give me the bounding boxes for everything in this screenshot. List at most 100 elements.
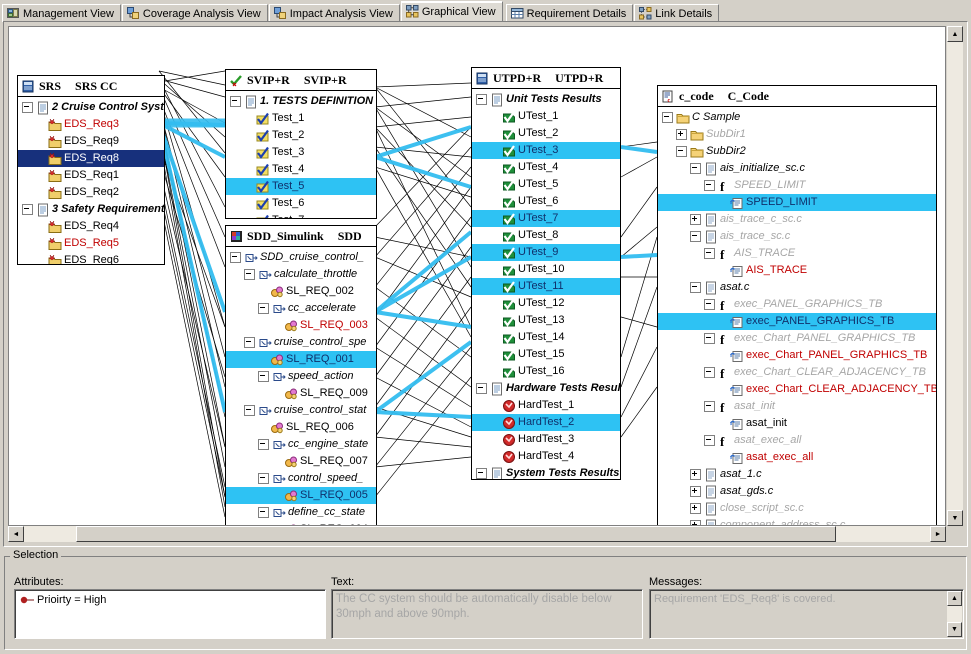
tree-row[interactable]: 2 Cruise Control Syste (18, 99, 164, 116)
tree-row[interactable]: ais_trace_sc.c (658, 228, 936, 245)
tree-row[interactable]: exec_Chart_CLEAR_ADJACENCY_TB (658, 381, 936, 398)
tree-row[interactable]: SL_REQ_009 (226, 385, 376, 402)
panel-ccode[interactable]: c c_code C_Code C SampleSubDir1SubDir2ai… (657, 85, 937, 526)
tree-row[interactable]: close_script_sc.c (658, 500, 936, 517)
collapse-minus-icon[interactable] (704, 333, 715, 344)
tree-row[interactable]: HardTest_4 (472, 448, 620, 465)
tree-row[interactable]: ais_initialize_sc.c (658, 160, 936, 177)
tree-row[interactable]: HardTest_1 (472, 397, 620, 414)
panel-srs[interactable]: SRS SRS CC 2 Cruise Control SysteEDS_Req… (17, 75, 165, 265)
collapse-minus-icon[interactable] (476, 468, 487, 479)
tree-row[interactable]: UTest_12 (472, 295, 620, 312)
tab-impact-analysis-view[interactable]: Impact Analysis View (269, 4, 400, 22)
tree-row[interactable]: UTest_14 (472, 329, 620, 346)
tree-row[interactable]: asat_1.c (658, 466, 936, 483)
scroll-left-button[interactable]: ◄ (8, 526, 24, 542)
tab-management-view[interactable]: Management View (2, 4, 121, 22)
collapse-minus-icon[interactable] (704, 367, 715, 378)
tree-row[interactable]: EDS_Req8 (18, 150, 164, 167)
collapse-minus-icon[interactable] (258, 303, 269, 314)
tree-row[interactable]: UTest_15 (472, 346, 620, 363)
tree-row[interactable]: HardTest_3 (472, 431, 620, 448)
messages-scroll-down-button[interactable]: ▼ (947, 622, 962, 637)
collapse-minus-icon[interactable] (704, 180, 715, 191)
tree-row[interactable]: SL_REQ_007 (226, 453, 376, 470)
tree-row[interactable]: cc_accelerate (226, 300, 376, 317)
tree-row[interactable]: SubDir1 (658, 126, 936, 143)
tree-row[interactable]: asat.c (658, 279, 936, 296)
tree-row[interactable]: fSPEED_LIMIT (658, 177, 936, 194)
tree-row[interactable]: EDS_Req2 (18, 184, 164, 201)
collapse-minus-icon[interactable] (662, 112, 673, 123)
tree-row[interactable]: System Tests Results (472, 465, 620, 480)
panel-utpd-tree[interactable]: Unit Tests ResultsUTest_1UTest_2UTest_3U… (472, 89, 620, 480)
tab-requirement-details[interactable]: Requirement Details (506, 4, 634, 22)
tree-row[interactable]: speed_action (226, 368, 376, 385)
collapse-minus-icon[interactable] (704, 248, 715, 259)
panel-svip[interactable]: SVIP+R SVIP+R 1. TESTS DEFINITIONTest_1T… (225, 69, 377, 219)
tree-row[interactable]: control_speed_ (226, 470, 376, 487)
collapse-minus-icon[interactable] (230, 96, 241, 107)
tree-row[interactable]: EDS_Req5 (18, 235, 164, 252)
tree-row[interactable]: UTest_1 (472, 108, 620, 125)
tab-coverage-analysis-view[interactable]: Coverage Analysis View (122, 4, 268, 22)
tree-row[interactable]: HardTest_2 (472, 414, 620, 431)
collapse-minus-icon[interactable] (230, 252, 241, 263)
tree-row[interactable]: exec_PANEL_GRAPHICS_TB (658, 313, 936, 330)
tree-row[interactable]: Hardware Tests Resul (472, 380, 620, 397)
canvas-vertical-scrollbar[interactable]: ▲ ▼ (947, 26, 963, 526)
panel-ccode-tree[interactable]: C SampleSubDir1SubDir2ais_initialize_sc.… (658, 107, 936, 526)
collapse-minus-icon[interactable] (676, 146, 687, 157)
panel-sdd-tree[interactable]: SDD_cruise_control_calculate_throttle SL_… (226, 247, 376, 526)
tree-row[interactable]: 1. TESTS DEFINITION (226, 93, 376, 110)
messages-box[interactable]: Requirement 'EDS_Req8' is covered. ▲ ▼ (649, 589, 964, 639)
tree-row[interactable]: calculate_throttle (226, 266, 376, 283)
collapse-minus-icon[interactable] (690, 231, 701, 242)
tree-row[interactable]: cruise_control_spe (226, 334, 376, 351)
tree-row[interactable]: UTest_7 (472, 210, 620, 227)
tree-row[interactable]: fexec_PANEL_GRAPHICS_TB (658, 296, 936, 313)
tree-row[interactable]: fAIS_TRACE (658, 245, 936, 262)
tree-row[interactable]: SL_REQ_006 (226, 419, 376, 436)
collapse-minus-icon[interactable] (476, 383, 487, 394)
tree-row[interactable]: UTest_16 (472, 363, 620, 380)
tree-row[interactable]: EDS_Req4 (18, 218, 164, 235)
tree-row[interactable]: Test_1 (226, 110, 376, 127)
tree-row[interactable]: EDS_Req1 (18, 167, 164, 184)
panel-utpd[interactable]: UTPD+R UTPD+R Unit Tests ResultsUTest_1U… (471, 67, 621, 480)
tree-row[interactable]: fexec_Chart_CLEAR_ADJACENCY_TB (658, 364, 936, 381)
tab-graphical-view[interactable]: Graphical View (401, 1, 503, 21)
hscroll-thumb[interactable] (76, 526, 836, 542)
hscroll-track[interactable] (24, 526, 930, 542)
tree-row[interactable]: Test_5 (226, 178, 376, 195)
expand-plus-icon[interactable] (690, 469, 701, 480)
tree-row[interactable]: Test_2 (226, 127, 376, 144)
tab-link-details[interactable]: Link Details (634, 4, 719, 22)
canvas-horizontal-scrollbar[interactable]: ◄ ► (8, 526, 946, 542)
tree-row[interactable]: UTest_13 (472, 312, 620, 329)
collapse-minus-icon[interactable] (22, 204, 33, 215)
tree-row[interactable]: UTest_2 (472, 125, 620, 142)
scroll-down-button[interactable]: ▼ (947, 510, 963, 526)
panel-srs-tree[interactable]: 2 Cruise Control SysteEDS_Req3EDS_Req9ED… (18, 97, 164, 265)
collapse-minus-icon[interactable] (258, 507, 269, 518)
tree-row[interactable]: fasat_exec_all (658, 432, 936, 449)
tree-row[interactable]: Unit Tests Results (472, 91, 620, 108)
tree-row[interactable]: SDD_cruise_control_ (226, 249, 376, 266)
tree-row[interactable]: cc_engine_state (226, 436, 376, 453)
tree-row[interactable]: UTest_6 (472, 193, 620, 210)
expand-plus-icon[interactable] (690, 214, 701, 225)
tree-row[interactable]: UTest_9 (472, 244, 620, 261)
tree-row[interactable]: C Sample (658, 109, 936, 126)
tree-row[interactable]: cruise_control_stat (226, 402, 376, 419)
collapse-minus-icon[interactable] (704, 299, 715, 310)
collapse-minus-icon[interactable] (258, 439, 269, 450)
collapse-minus-icon[interactable] (244, 269, 255, 280)
tree-row[interactable]: asat_gds.c (658, 483, 936, 500)
expand-plus-icon[interactable] (690, 486, 701, 497)
tree-row[interactable]: Test_4 (226, 161, 376, 178)
tree-row[interactable]: UTest_4 (472, 159, 620, 176)
tree-row[interactable]: component_address_sc.c (658, 517, 936, 526)
tree-row[interactable]: AIS_TRACE (658, 262, 936, 279)
expand-plus-icon[interactable] (676, 129, 687, 140)
